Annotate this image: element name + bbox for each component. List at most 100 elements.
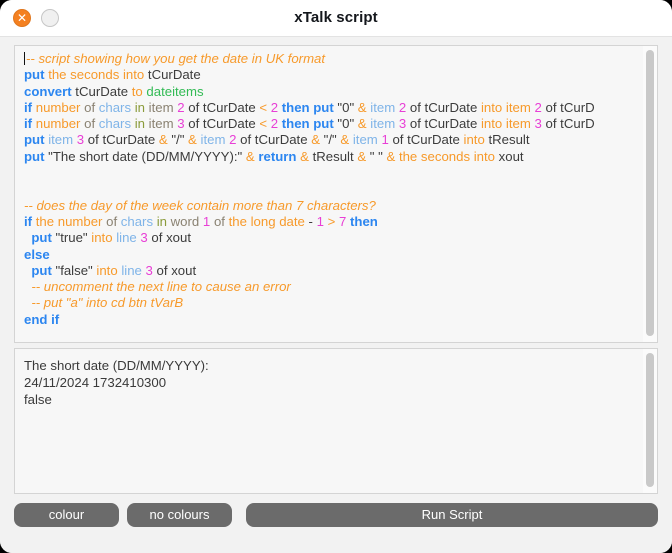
code-token: tResult: [484, 132, 530, 148]
code-token: chars: [120, 213, 154, 229]
script-editor-viewport[interactable]: -- script showing how you get the date i…: [15, 46, 643, 342]
code-token: item: [370, 116, 396, 132]
code-token: chars: [98, 116, 132, 132]
code-token: of tCurDate: [84, 132, 159, 148]
code-token: <: [259, 116, 268, 132]
script-editor-scrollbar[interactable]: [643, 46, 657, 342]
code-line: -- put "a" into cd btn tVarB: [24, 295, 643, 311]
code-token: if: [24, 116, 33, 132]
code-token: &: [357, 148, 367, 164]
code-token: -- does the day of the week contain more…: [24, 197, 376, 213]
no-colours-button[interactable]: no colours: [127, 503, 232, 527]
code-token: item: [370, 99, 396, 115]
code-token: "0": [333, 116, 358, 132]
code-token: word: [170, 213, 200, 229]
code-token: 1: [381, 132, 389, 148]
code-token: <: [259, 99, 268, 115]
code-token: the long date: [228, 213, 305, 229]
code-token: into: [96, 262, 118, 278]
code-token: put: [24, 67, 45, 83]
script-code[interactable]: -- script showing how you get the date i…: [24, 51, 643, 328]
output-panel[interactable]: The short date (DD/MM/YYYY): 24/11/2024 1…: [14, 348, 658, 494]
script-editor-panel[interactable]: -- script showing how you get the date i…: [14, 45, 658, 343]
code-token: the number: [35, 213, 103, 229]
code-token: of xout: [152, 262, 197, 278]
code-token: 2: [534, 99, 542, 115]
window-titlebar: ✕ xTalk script: [0, 0, 672, 37]
code-token: into: [473, 148, 495, 164]
code-token: put: [31, 262, 52, 278]
code-token: "/": [320, 132, 341, 148]
code-token: 3: [534, 116, 542, 132]
output-viewport[interactable]: The short date (DD/MM/YYYY): 24/11/2024 1…: [15, 349, 643, 493]
code-token: 3: [145, 262, 153, 278]
code-token: if: [24, 99, 33, 115]
code-token: number: [35, 99, 81, 115]
code-token: of tCurDate: [406, 99, 481, 115]
code-line: else: [24, 247, 643, 263]
code-token: -- script showing how you get the date i…: [26, 51, 326, 66]
code-token: -: [304, 213, 317, 229]
code-token: &: [357, 116, 367, 132]
code-token: " ": [366, 148, 387, 164]
output-line: false: [24, 392, 52, 407]
code-token: item: [505, 116, 531, 132]
code-token: then put: [281, 99, 334, 115]
output-scrollbar-thumb[interactable]: [646, 353, 654, 487]
code-token: "The short date (DD/MM/YYYY):": [44, 148, 246, 164]
code-token: &: [386, 148, 396, 164]
code-token: of xout: [147, 230, 192, 246]
script-editor-scrollbar-thumb[interactable]: [646, 50, 654, 336]
code-token: &: [245, 148, 255, 164]
code-token: &: [357, 99, 367, 115]
code-token: "true": [51, 230, 92, 246]
code-token: &: [158, 132, 168, 148]
code-token: 1: [316, 213, 324, 229]
code-token: number: [35, 116, 81, 132]
xtalk-script-window: ✕ xTalk script -- script showing how you…: [0, 0, 672, 553]
code-token: of: [84, 116, 96, 132]
code-token: item: [48, 132, 74, 148]
code-token: if: [24, 213, 33, 229]
code-token: of tCurD: [541, 116, 595, 132]
code-token: into: [463, 132, 485, 148]
code-token: tCurDate: [71, 83, 132, 99]
button-row: colour no colours Run Script: [14, 503, 658, 529]
code-token: put: [24, 132, 45, 148]
run-script-button[interactable]: Run Script: [246, 503, 658, 527]
code-line: put "true" into line 3 of xout: [24, 230, 643, 246]
code-token: -- uncomment the next line to cause an e…: [24, 279, 291, 295]
code-token: put: [31, 230, 52, 246]
code-token: of tCurDate: [406, 116, 481, 132]
colour-button[interactable]: colour: [14, 503, 119, 527]
code-token: of: [213, 213, 225, 229]
code-token: the seconds: [398, 148, 471, 164]
output-scrollbar[interactable]: [643, 349, 657, 493]
code-token: to: [131, 83, 143, 99]
code-token: "false": [51, 262, 97, 278]
code-token: line: [121, 262, 142, 278]
code-token: chars: [98, 99, 132, 115]
code-token: &: [311, 132, 321, 148]
code-token: return: [258, 148, 297, 164]
code-token: 3: [140, 230, 148, 246]
code-token: 2: [270, 99, 279, 115]
code-token: &: [340, 132, 350, 148]
code-token: of: [106, 213, 118, 229]
code-token: into: [91, 230, 113, 246]
code-token: of tCurDate: [184, 116, 260, 132]
code-token: then put: [281, 116, 334, 132]
code-token: convert: [24, 83, 72, 99]
code-line: put "false" into line 3 of xout: [24, 263, 643, 279]
window-title: xTalk script: [294, 9, 378, 26]
code-line: -- does the day of the week contain more…: [24, 198, 643, 214]
code-line: -- uncomment the next line to cause an e…: [24, 279, 643, 295]
code-token: end if: [24, 311, 60, 327]
code-token: item: [148, 116, 174, 132]
code-token: of tCurDate: [388, 132, 464, 148]
code-token: xout: [495, 148, 524, 164]
code-line: -- script showing how you get the date i…: [24, 51, 643, 67]
code-token: into: [480, 99, 503, 115]
code-token: 2: [177, 99, 185, 115]
